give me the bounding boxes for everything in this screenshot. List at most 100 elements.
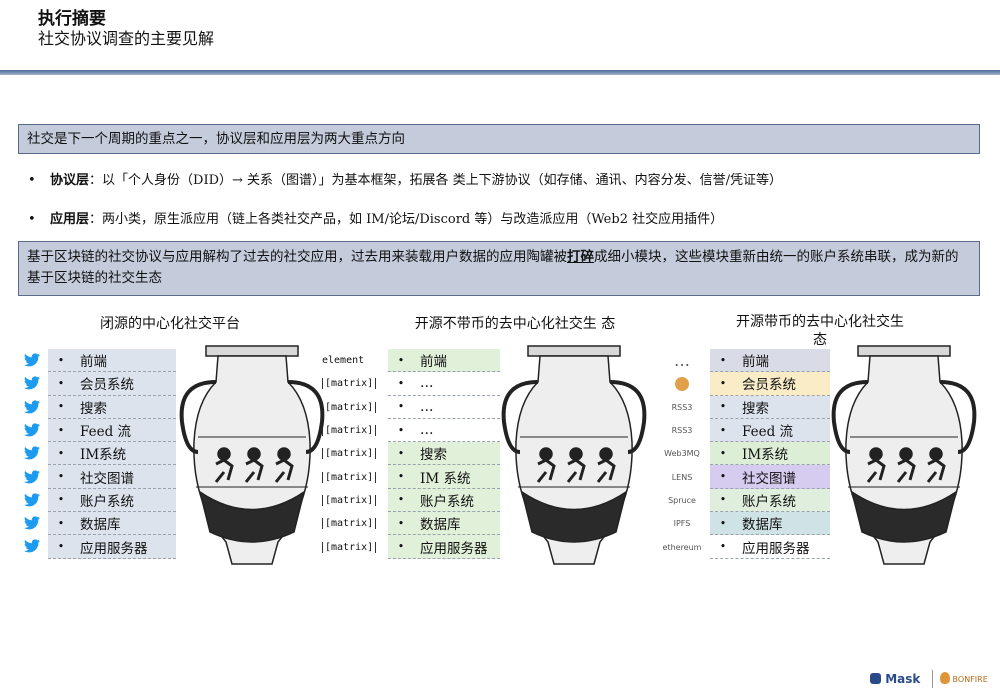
bullet-dot: • xyxy=(397,470,405,484)
mask-logo-text: Mask xyxy=(885,672,921,686)
footer-divider xyxy=(932,670,933,688)
bullet-text: ：两小类，原生派应用（链上各类社交产品，如 IM/论坛/Discord 等）与改… xyxy=(89,212,724,227)
twitter-icon xyxy=(24,469,40,483)
column-title-line: 态 xyxy=(813,332,827,348)
insight-emphasis: 打碎 xyxy=(567,249,594,265)
bullet-dot: • xyxy=(719,423,727,437)
bullet-dot: • xyxy=(28,212,36,227)
module-label: 搜索 xyxy=(420,447,447,464)
matrix-logo: [matrix] xyxy=(322,541,377,553)
bullet-dot: • xyxy=(397,446,405,460)
bullet-dot: • xyxy=(57,376,65,390)
module-item: • 前端 xyxy=(48,349,176,373)
module-label: 社交图谱 xyxy=(742,470,796,487)
matrix-brand-column: element [matrix] [matrix] [matrix] [matrix] [… xyxy=(322,349,382,559)
module-item: • 搜索 xyxy=(388,442,500,466)
module-item: • 账户系统 xyxy=(388,488,500,513)
protocol-logo: RSS3 xyxy=(656,419,708,442)
bullet-dot: • xyxy=(719,376,727,390)
bullet-dot: • xyxy=(57,446,65,460)
bullet-dot: • xyxy=(57,353,65,367)
module-label: 前端 xyxy=(80,354,107,371)
module-label: … xyxy=(420,422,434,439)
bullet-dot: • xyxy=(719,493,727,507)
protocol-logo-column: … RSS3 RSS3 Web3MQ LENS Spruce IPFS ethereum xyxy=(656,349,708,559)
matrix-logo: [matrix] xyxy=(322,401,377,413)
module-item: • 会员系统 xyxy=(710,372,830,396)
protocol-logo: ethereum xyxy=(656,535,708,558)
protocol-logo-label: ethereum xyxy=(662,542,702,552)
module-item: • 账户系统 xyxy=(48,488,176,513)
bullet-dot: • xyxy=(397,516,405,530)
bullet-dot: • xyxy=(397,540,405,554)
centralized-module-list: • 前端 • 会员系统 • 搜索 • Feed 流 • IM系统 • 社交图谱 • 账户系统 • 数据库 • 应用… xyxy=(48,349,176,559)
module-label: 应用服务器 xyxy=(80,540,148,557)
intact-vase-image xyxy=(179,345,325,565)
bullet-label: 协议层 xyxy=(50,173,90,188)
intact-vase-image xyxy=(831,344,977,566)
module-label: 前端 xyxy=(742,354,769,371)
matrix-logo: [matrix] xyxy=(322,471,377,483)
matrix-logo: [matrix] xyxy=(322,378,377,390)
protocol-logo-icon xyxy=(675,376,689,391)
bullet-dot: • xyxy=(57,540,65,554)
module-item: • Feed 流 xyxy=(48,418,176,443)
module-item: • 数据库 xyxy=(48,512,176,536)
module-label: 搜索 xyxy=(742,400,769,417)
bullet-dot: • xyxy=(719,353,727,367)
module-label: … xyxy=(420,398,434,415)
flame-icon xyxy=(940,672,950,684)
module-label: 社交图谱 xyxy=(80,470,134,487)
module-label: 应用服务器 xyxy=(742,540,810,557)
protocol-logo: IPFS xyxy=(656,512,708,535)
module-label: 应用服务器 xyxy=(420,540,488,557)
twitter-icon xyxy=(24,539,40,553)
intact-vase-image xyxy=(501,344,647,566)
module-item: • 搜索 xyxy=(48,395,176,419)
insight-box: 基于区块链的社交协议与应用解构了过去的社交应用，过去用来装载用户数据的应用陶罐被… xyxy=(18,241,980,296)
bullet-dot: • xyxy=(57,423,65,437)
bullet-dot: • xyxy=(397,423,405,437)
module-label: 账户系统 xyxy=(80,493,134,510)
column-title-line: 开源带币的去中心化社交生 xyxy=(736,314,904,330)
bullet-dot: • xyxy=(397,493,405,507)
module-item: • 前端 xyxy=(710,349,830,373)
bullet-dot: • xyxy=(397,353,405,367)
protocol-logo-label: RSS3 xyxy=(671,402,693,412)
protocol-logo-label: Web3MQ xyxy=(664,449,700,459)
bullet-dot: • xyxy=(397,400,405,414)
module-label: Feed 流 xyxy=(80,424,132,441)
bonfire-logo: BONFIRE xyxy=(940,672,988,684)
mask-logo-icon xyxy=(870,673,881,684)
module-item: • Feed 流 xyxy=(710,418,830,443)
twitter-icon xyxy=(24,399,40,413)
bullet-dot: • xyxy=(719,400,727,414)
mask-logo: Mask xyxy=(870,672,920,686)
page-subtitle: 社交协议调查的主要见解 xyxy=(38,29,215,48)
bullet-dot: • xyxy=(397,376,405,390)
protocol-logo xyxy=(656,372,708,395)
module-item: • IM系统 xyxy=(48,442,176,466)
bullet-dot: • xyxy=(719,446,727,460)
bullet-text: ：以「个人身份（DID）→ 关系（图谱）」为基本框架，拓展各 类上下游协议（如存… xyxy=(89,173,783,188)
open-token-module-list: • 前端 • 会员系统 • 搜索 • Feed 流 • IM系统 • 社交图谱 • 账户系统 • 数据库 • 应用… xyxy=(710,349,830,559)
bullet-label: 应用层 xyxy=(50,212,90,227)
module-label: 账户系统 xyxy=(742,493,796,510)
twitter-icon xyxy=(24,446,40,460)
protocol-logo: Web3MQ xyxy=(656,442,708,465)
protocol-logo-label: … xyxy=(674,351,690,371)
module-label: Feed 流 xyxy=(742,424,794,441)
module-item: • 账户系统 xyxy=(710,488,830,513)
bullet-dot: • xyxy=(28,173,36,188)
bonfire-logo-text: BONFIRE xyxy=(952,675,988,684)
twitter-icon xyxy=(24,376,40,390)
bullet-protocol-layer: • 协议层：以「个人身份（DID）→ 关系（图谱）」为基本框架，拓展各 类上下游协… xyxy=(28,169,782,188)
twitter-icon xyxy=(24,516,40,530)
protocol-logo: LENS xyxy=(656,465,708,488)
module-item: • 数据库 xyxy=(710,512,830,536)
protocol-logo-label: LENS xyxy=(671,472,693,482)
element-logo: element xyxy=(322,355,365,367)
twitter-icon xyxy=(24,493,40,507)
bullet-application-layer: • 应用层：两小类，原生派应用（链上各类社交产品，如 IM/论坛/Discord … xyxy=(28,208,723,227)
protocol-logo: Spruce xyxy=(656,489,708,512)
